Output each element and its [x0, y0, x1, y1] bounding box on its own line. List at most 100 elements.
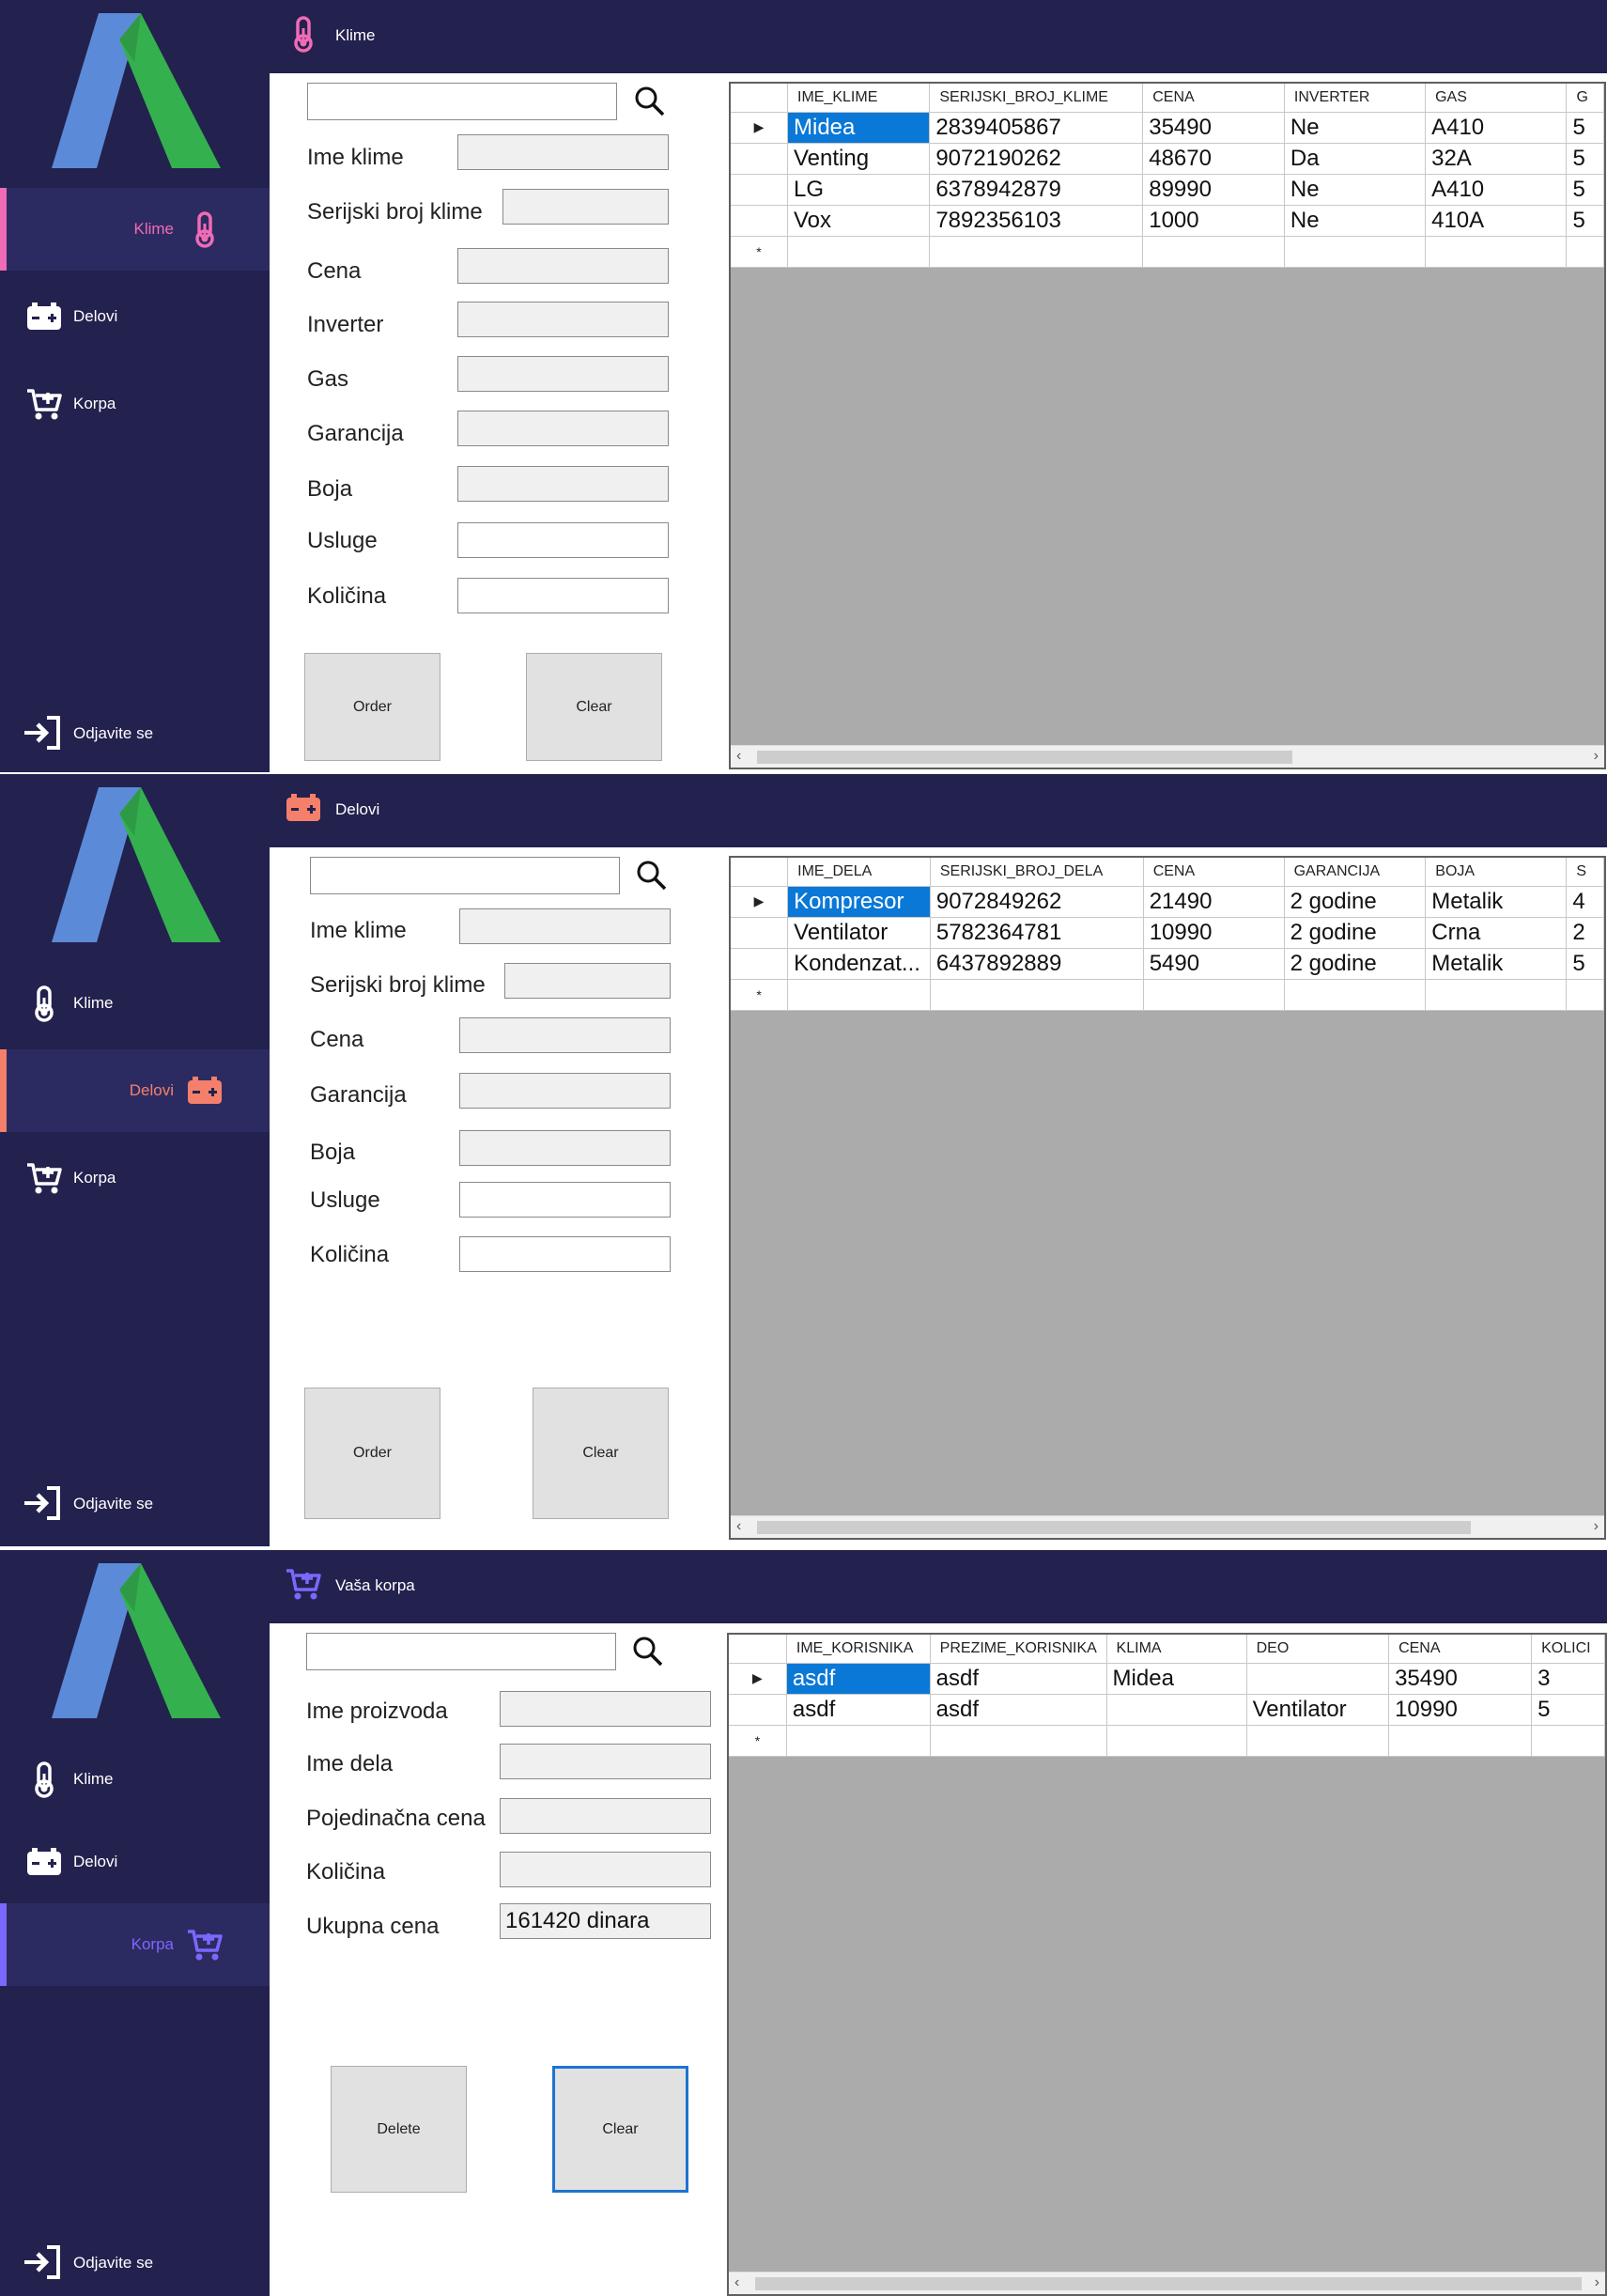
sidebar-item-korpa[interactable]: Korpa	[0, 1137, 270, 1219]
table-cell[interactable]: 9072190262	[929, 143, 1144, 175]
column-header[interactable]: IME_KORISNIKA	[786, 1635, 931, 1664]
delovi-data-grid[interactable]: IME_DELA SERIJSKI_BROJ_DELA CENA GARANCI…	[729, 856, 1606, 1540]
search-input[interactable]	[307, 83, 617, 120]
table-row[interactable]: ▶ Midea 2839405867 35490 Ne A410 5	[731, 112, 1604, 144]
table-cell[interactable]: Kondenzat...	[787, 948, 931, 980]
column-header[interactable]: BOJA	[1425, 858, 1568, 887]
ime-klime-field[interactable]	[459, 908, 671, 944]
column-header[interactable]: GAS	[1425, 84, 1568, 113]
clear-button[interactable]: Clear	[533, 1388, 669, 1519]
table-cell[interactable]: 6437892889	[930, 948, 1144, 980]
table-cell[interactable]: Vox	[787, 205, 931, 237]
scroll-right-icon[interactable]: ›	[1594, 1518, 1599, 1535]
boja-field[interactable]	[457, 466, 669, 502]
table-cell[interactable]: 5	[1566, 143, 1604, 175]
table-cell[interactable]: 5	[1531, 1694, 1605, 1726]
cena-field[interactable]	[459, 1017, 671, 1053]
scroll-left-icon[interactable]: ‹	[736, 1518, 741, 1535]
table-cell[interactable]: 6378942879	[929, 174, 1144, 206]
table-cell[interactable]: Midea	[787, 112, 931, 144]
table-cell[interactable]: 2 godine	[1284, 886, 1427, 918]
column-header[interactable]: INVERTER	[1284, 84, 1427, 113]
table-cell[interactable]: 48670	[1142, 143, 1285, 175]
gas-field[interactable]	[457, 356, 669, 392]
sidebar-item-korpa[interactable]: Korpa	[0, 1903, 270, 1986]
table-cell[interactable]: 5	[1566, 174, 1604, 206]
delete-button[interactable]: Delete	[331, 2066, 467, 2193]
sidebar-item-klime[interactable]: Klime	[0, 962, 270, 1045]
ukupna-cena-field[interactable]: 161420 dinara	[500, 1903, 711, 1939]
table-cell[interactable]: 9072849262	[930, 886, 1144, 918]
table-cell[interactable]: Da	[1284, 143, 1427, 175]
table-row[interactable]: ▶ Kompresor 9072849262 21490 2 godine Me…	[731, 886, 1604, 918]
new-row[interactable]: *	[731, 236, 1604, 268]
ime-klime-field[interactable]	[457, 134, 669, 170]
search-input[interactable]	[306, 1633, 616, 1670]
table-cell[interactable]: Ne	[1284, 174, 1427, 206]
horizontal-scrollbar[interactable]: ‹ ›	[731, 745, 1604, 768]
table-cell[interactable]: 35490	[1388, 1663, 1533, 1695]
search-icon[interactable]	[633, 857, 671, 894]
kolicina-field[interactable]	[500, 1852, 711, 1887]
table-cell[interactable]: 5782364781	[930, 917, 1144, 949]
order-button[interactable]: Order	[304, 1388, 440, 1519]
table-cell[interactable]: A410	[1425, 112, 1568, 144]
sidebar-item-delovi[interactable]: Delovi	[0, 1049, 270, 1132]
table-cell[interactable]: 2839405867	[929, 112, 1144, 144]
column-header[interactable]: DEO	[1246, 1635, 1390, 1664]
column-header[interactable]: CENA	[1388, 1635, 1533, 1664]
logout-button[interactable]: Odjavite se	[23, 1484, 257, 1526]
table-cell[interactable]: LG	[787, 174, 931, 206]
table-cell[interactable]: Kompresor	[787, 886, 931, 918]
sidebar-item-delovi[interactable]: Delovi	[0, 1821, 270, 1903]
table-cell[interactable]: asdf	[930, 1663, 1107, 1695]
table-cell[interactable]: 2 godine	[1284, 917, 1427, 949]
usluge-field[interactable]	[459, 1182, 671, 1218]
logout-button[interactable]: Odjavite se	[23, 714, 257, 755]
order-button[interactable]: Order	[304, 653, 440, 761]
table-cell[interactable]: 7892356103	[929, 205, 1144, 237]
ime-proizvoda-field[interactable]	[500, 1691, 711, 1727]
column-header[interactable]: SERIJSKI_BROJ_DELA	[930, 858, 1144, 887]
table-cell[interactable]: 5	[1566, 205, 1604, 237]
horizontal-scrollbar[interactable]: ‹ ›	[731, 1515, 1604, 1538]
sidebar-item-korpa[interactable]: Korpa	[0, 363, 270, 445]
table-row[interactable]: Vox 7892356103 1000 Ne 410A 5	[731, 205, 1604, 237]
table-cell[interactable]: 10990	[1143, 917, 1285, 949]
serijski-broj-field[interactable]	[504, 963, 671, 999]
sidebar-item-klime[interactable]: Klime	[0, 1738, 270, 1821]
kolicina-field[interactable]	[459, 1236, 671, 1272]
new-row[interactable]: *	[729, 1725, 1605, 1757]
search-input[interactable]	[310, 857, 620, 894]
table-cell[interactable]: Ne	[1284, 205, 1427, 237]
table-cell[interactable]: 5	[1566, 948, 1604, 980]
table-row[interactable]: Ventilator 5782364781 10990 2 godine Crn…	[731, 917, 1604, 949]
table-cell[interactable]: 89990	[1142, 174, 1285, 206]
table-cell[interactable]: 10990	[1388, 1694, 1533, 1726]
table-cell[interactable]: 5490	[1143, 948, 1285, 980]
garancija-field[interactable]	[457, 411, 669, 446]
table-cell[interactable]: 32A	[1425, 143, 1568, 175]
table-cell[interactable]: 2	[1566, 917, 1604, 949]
table-cell[interactable]: 410A	[1425, 205, 1568, 237]
table-cell[interactable]: asdf	[786, 1694, 931, 1726]
table-cell[interactable]: Ventilator	[787, 917, 931, 949]
scroll-thumb[interactable]	[755, 2277, 1582, 2290]
column-header[interactable]: S	[1566, 858, 1604, 887]
table-cell[interactable]: Crna	[1425, 917, 1568, 949]
table-cell[interactable]: 5	[1566, 112, 1604, 144]
table-cell[interactable]: 21490	[1143, 886, 1285, 918]
table-cell[interactable]: asdf	[786, 1663, 931, 1695]
search-icon[interactable]	[631, 83, 669, 120]
search-icon[interactable]	[629, 1633, 667, 1670]
cena-field[interactable]	[457, 248, 669, 284]
table-cell[interactable]: Ne	[1284, 112, 1427, 144]
column-header[interactable]: SERIJSKI_BROJ_KLIME	[929, 84, 1144, 113]
serijski-broj-field[interactable]	[502, 189, 669, 225]
column-header[interactable]: IME_DELA	[787, 858, 931, 887]
column-header[interactable]: G	[1566, 84, 1604, 113]
column-header[interactable]: KLIMA	[1106, 1635, 1247, 1664]
column-header[interactable]: CENA	[1142, 84, 1285, 113]
column-header[interactable]: GARANCIJA	[1284, 858, 1427, 887]
table-row[interactable]: Venting 9072190262 48670 Da 32A 5	[731, 143, 1604, 175]
